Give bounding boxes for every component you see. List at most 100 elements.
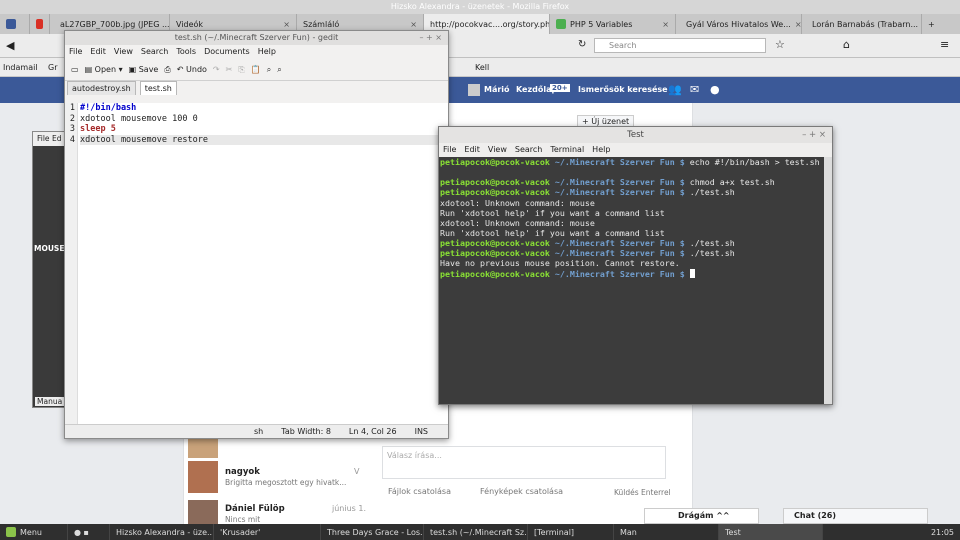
menu-search[interactable]: Search xyxy=(141,45,168,59)
save-icon: ▣ xyxy=(128,65,137,74)
firefox-title-bar: Hizsko Alexandra - üzenetek - Mozilla Fi… xyxy=(0,0,960,14)
bookmark-indamail[interactable]: Indamail xyxy=(3,58,38,77)
menu-edit[interactable]: Edit xyxy=(90,45,106,59)
find-replace-icon[interactable]: ⌕ xyxy=(277,65,281,75)
avatar xyxy=(188,500,218,524)
paste-icon[interactable]: 📋 xyxy=(251,65,261,74)
messages-icon[interactable]: ✉ xyxy=(690,83,699,96)
cut-icon[interactable]: ✂ xyxy=(226,65,233,74)
window-controls[interactable]: – + × xyxy=(420,31,443,45)
menu-view[interactable]: View xyxy=(488,143,507,157)
globe-icon[interactable]: ● xyxy=(710,83,720,96)
facebook-icon xyxy=(6,19,16,29)
terminal-line: xdotool: Unknown command: mouse xyxy=(440,217,595,228)
prompt-dir: ~/.Minecraft Szerver Fun $ xyxy=(549,268,690,279)
menu-terminal[interactable]: Terminal xyxy=(550,143,584,157)
tab-gyal[interactable]: Gyál Város Hivatalos We... × xyxy=(676,14,802,34)
terminal-screen[interactable]: petiapocok@pocok-vacok ~/.Minecraft Szer… xyxy=(439,157,825,404)
plus-icon: + xyxy=(928,19,935,29)
gedit-document-tabs: autodestroy.sh test.sh xyxy=(65,81,448,95)
back-icon[interactable]: ◀ xyxy=(6,39,14,52)
menu-search[interactable]: Search xyxy=(515,143,542,157)
start-menu-button[interactable]: Menu xyxy=(0,524,68,540)
menu-help[interactable]: Help xyxy=(258,45,276,59)
tab-loran[interactable]: Lorán Barnabás (Trabarn...× xyxy=(802,14,922,34)
undo-button[interactable]: ↶ Undo xyxy=(177,65,207,74)
attach-files-button[interactable]: Fájlok csatolása xyxy=(388,487,451,496)
reload-icon[interactable]: ↻ xyxy=(578,39,586,50)
menu-help[interactable]: Help xyxy=(592,143,610,157)
close-tab-icon[interactable]: × xyxy=(795,20,801,29)
close-tab-icon[interactable]: × xyxy=(662,20,669,29)
terminal-scrollbar[interactable] xyxy=(824,157,832,404)
conversation-name[interactable]: Dániel Fülöp xyxy=(225,504,285,514)
friend-requests-icon[interactable]: 👥 xyxy=(668,83,682,96)
attach-photos-button[interactable]: Fényképek csatolása xyxy=(480,487,563,496)
search-input[interactable]: Search xyxy=(594,38,766,53)
copy-icon[interactable]: ⎘ xyxy=(238,65,244,75)
star-icon[interactable]: ☆ xyxy=(775,38,785,51)
command-text: ./test.sh xyxy=(689,187,735,198)
prompt-dir: ~/.Minecraft Szerver Fun $ xyxy=(549,187,690,198)
terminal-line: Run 'xdotool help' if you want a command… xyxy=(440,227,665,238)
chat-tab-dragam[interactable]: Drágám ^^ xyxy=(644,508,759,524)
prompt-user: petiapocok@pocok-vacok xyxy=(440,177,550,188)
menu-tools[interactable]: Tools xyxy=(176,45,196,59)
taskbar: Menu ● ▪ Hizsko Alexandra - üze... 'Krus… xyxy=(0,524,960,540)
open-button[interactable]: ▤ Open ▾ xyxy=(85,65,123,74)
home-icon[interactable]: ⌂ xyxy=(843,38,850,51)
task-firefox[interactable]: Hizsko Alexandra - üze... xyxy=(110,524,214,540)
gedit-menu-bar: File Edit View Search Tools Documents He… xyxy=(65,45,448,59)
new-file-icon[interactable]: ▭ xyxy=(71,65,79,74)
mint-logo-icon xyxy=(6,527,16,537)
menu-file[interactable]: File xyxy=(443,143,456,157)
task-krusader[interactable]: 'Krusader' xyxy=(214,524,321,540)
menu-edit[interactable]: Edit xyxy=(464,143,480,157)
quick-launch[interactable]: ● ▪ xyxy=(68,524,110,540)
task-music[interactable]: Three Days Grace - Los... xyxy=(321,524,424,540)
task-man[interactable]: Man xyxy=(614,524,719,540)
send-on-enter-checkbox[interactable]: Küldés Enterrel xyxy=(614,488,671,497)
doc-tab-test[interactable]: test.sh xyxy=(139,81,177,95)
insert-mode: INS xyxy=(414,427,428,436)
tab-php[interactable]: PHP 5 Variables × xyxy=(550,14,676,34)
menu-view[interactable]: View xyxy=(114,45,133,59)
task-gedit[interactable]: test.sh (~/.Minecraft Sz... xyxy=(424,524,528,540)
window-controls[interactable]: – + × xyxy=(802,127,826,143)
find-friends-link[interactable]: Ismerősök keresése xyxy=(578,85,668,94)
new-tab-button[interactable]: + xyxy=(922,14,942,34)
redo-icon[interactable]: ↷ xyxy=(213,65,220,74)
hamburger-menu-icon[interactable]: ≡ xyxy=(940,38,949,51)
menu-file[interactable]: File xyxy=(69,45,82,59)
background-window-tab[interactable]: Manua xyxy=(35,397,65,406)
code-line: xdotool mousemove 100 0 xyxy=(80,113,198,124)
print-icon[interactable]: ⎙ xyxy=(164,65,170,75)
terminal-line: Run 'xdotool help' if you want a command… xyxy=(440,207,665,218)
terminal-line: petiapocok@pocok-vacok ~/.Minecraft Szer… xyxy=(440,157,825,167)
pinned-tab-facebook[interactable] xyxy=(0,14,30,34)
tab-width-selector[interactable]: Tab Width: 8 xyxy=(281,425,331,438)
language-selector[interactable]: sh xyxy=(254,425,263,438)
menu-documents[interactable]: Documents xyxy=(204,45,250,59)
doc-tab-autodestroy[interactable]: autodestroy.sh xyxy=(67,81,136,95)
close-tab-icon[interactable]: × xyxy=(410,20,417,29)
bookmark-gr[interactable]: Gr xyxy=(48,58,58,77)
conversation-name[interactable]: nagyok xyxy=(225,467,260,477)
close-tab-icon[interactable]: × xyxy=(283,20,290,29)
prompt-dir: ~/.Minecraft Szerver Fun $ xyxy=(549,248,690,259)
chat-sidebar-toggle[interactable]: Chat (26) xyxy=(783,508,928,524)
bookmark-kell[interactable]: Kell xyxy=(475,58,489,77)
gedit-window: test.sh (~/.Minecraft Szerver Fun) - ged… xyxy=(64,30,449,439)
clock[interactable]: 21:05 xyxy=(931,528,954,537)
task-test[interactable]: Test xyxy=(719,524,823,540)
reply-input[interactable]: Válasz írása... xyxy=(382,446,666,479)
avatar[interactable] xyxy=(468,84,480,96)
find-icon[interactable]: ⌕ xyxy=(267,65,271,75)
task-terminal-1[interactable]: [Terminal] xyxy=(528,524,614,540)
profile-link[interactable]: Márió xyxy=(484,85,510,94)
gedit-title-bar: test.sh (~/.Minecraft Szerver Fun) - ged… xyxy=(65,31,448,45)
code-editor[interactable]: 1 2 3 4 #!/bin/bash xdotool mousemove 10… xyxy=(65,103,448,425)
pinned-tab-gmail[interactable] xyxy=(30,14,50,34)
save-button[interactable]: ▣ Save xyxy=(129,65,159,74)
